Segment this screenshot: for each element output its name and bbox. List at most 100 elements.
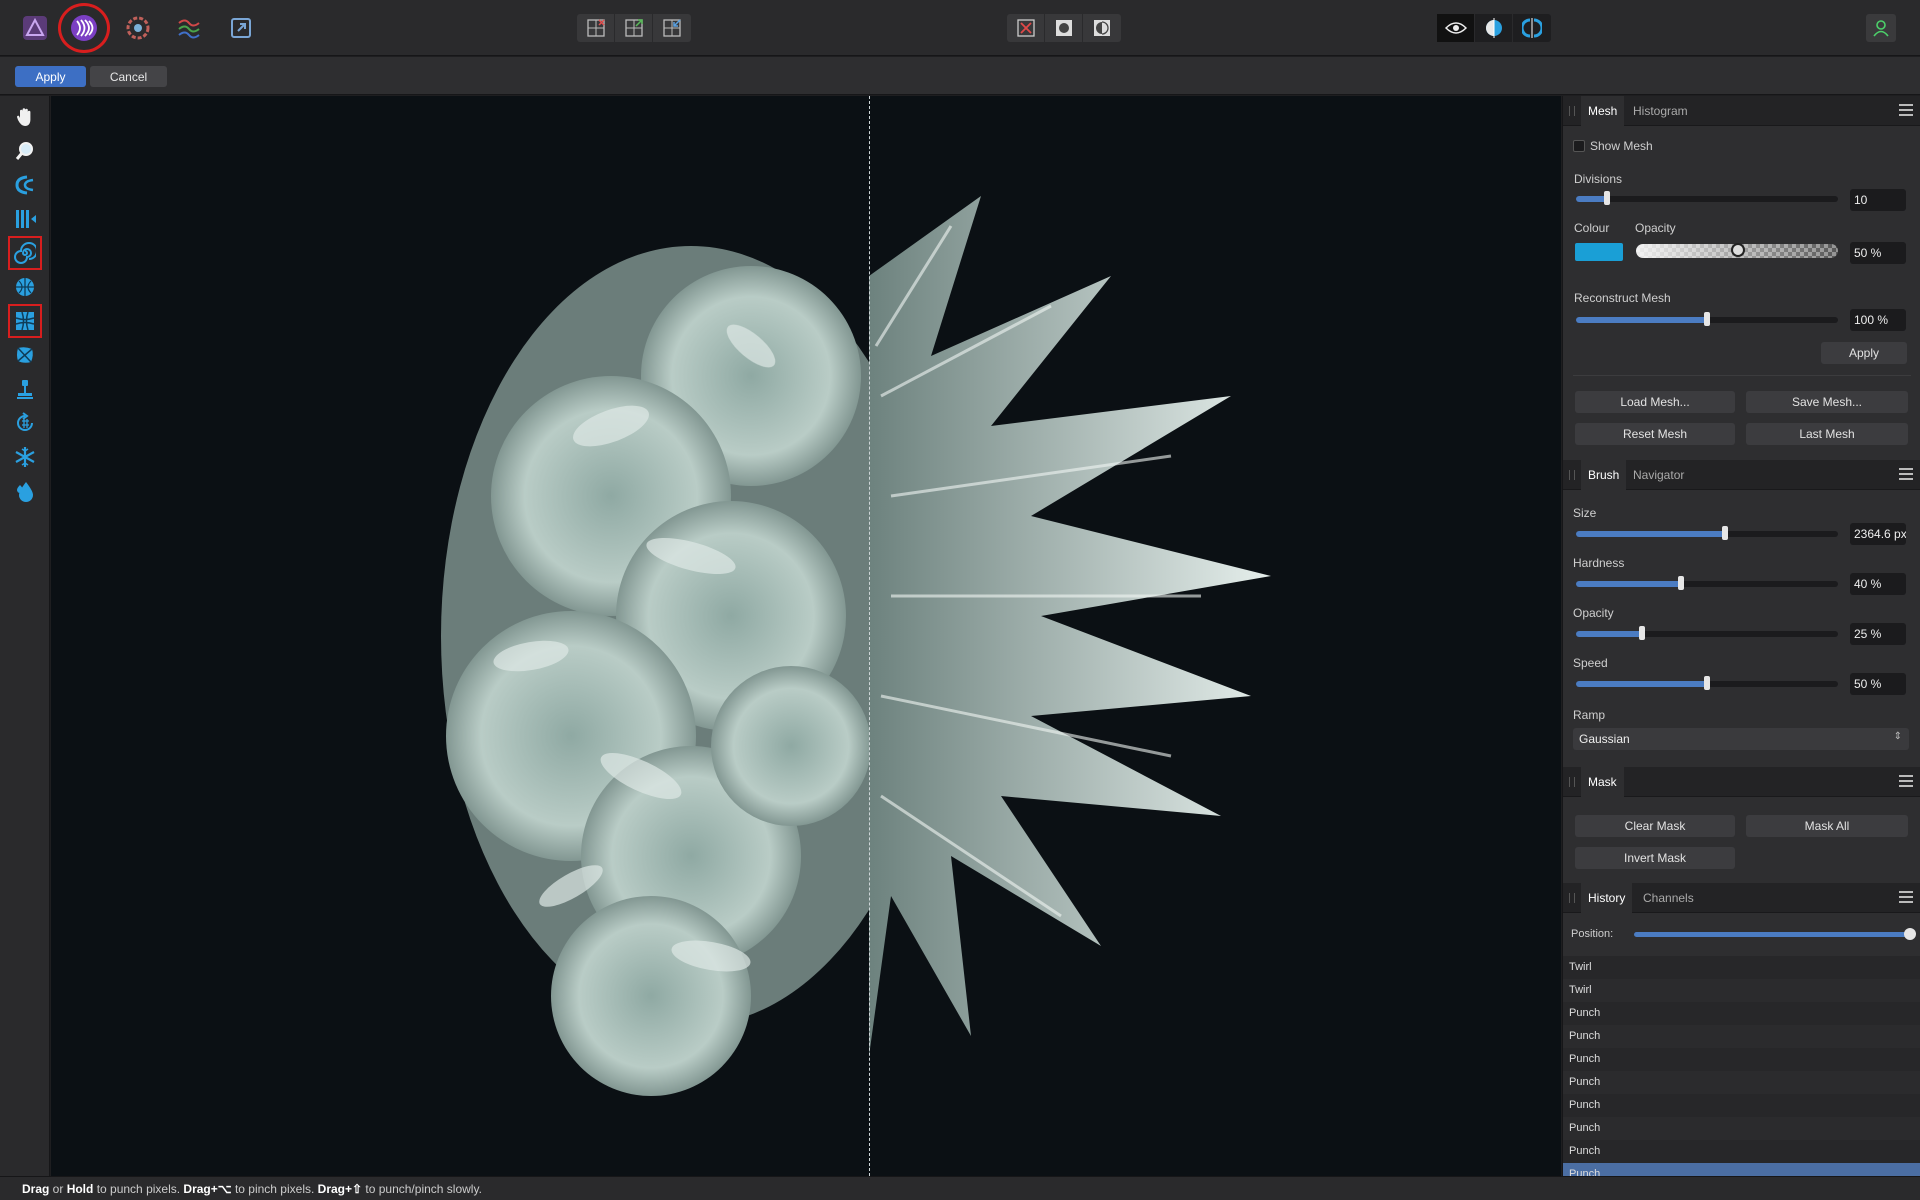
tone-mapping-persona-icon[interactable]	[172, 12, 206, 44]
mesh-pin-icon[interactable]	[615, 14, 653, 42]
affinity-photo-logo-icon[interactable]	[18, 12, 52, 44]
mesh-clamp-tool-icon[interactable]	[8, 304, 42, 338]
tab-history[interactable]: History	[1581, 883, 1633, 913]
export-persona-icon[interactable]	[224, 12, 258, 44]
panel-menu-icon[interactable]	[1899, 468, 1913, 480]
mask-invert-icon[interactable]	[1083, 14, 1121, 42]
pinch-punch-tool-icon[interactable]	[10, 272, 40, 302]
mirror-view-icon[interactable]	[1513, 14, 1551, 42]
divisions-slider[interactable]	[1576, 191, 1838, 205]
panel-menu-icon[interactable]	[1899, 891, 1913, 903]
split-view-icon[interactable]	[1475, 14, 1513, 42]
divisions-value[interactable]: 10	[1850, 189, 1906, 211]
brush-size-label: Size	[1573, 506, 1597, 520]
status-text-3: to punch/pinch slowly.	[362, 1182, 482, 1196]
status-text-2: to pinch pixels.	[231, 1182, 318, 1196]
develop-persona-icon[interactable]	[121, 12, 155, 44]
colour-label: Colour	[1574, 221, 1610, 235]
mask-panel-tabs: Mask	[1563, 767, 1920, 797]
hand-tool-icon[interactable]	[10, 102, 40, 132]
ramp-select-value: Gaussian	[1579, 732, 1630, 746]
tab-navigator[interactable]: Navigator	[1626, 460, 1691, 490]
reconstruct-tool-icon[interactable]	[10, 374, 40, 404]
panel-grip-icon[interactable]	[1569, 106, 1575, 116]
brush-speed-slider[interactable]	[1576, 676, 1838, 690]
panel-menu-icon[interactable]	[1899, 104, 1913, 116]
divisions-label: Divisions	[1574, 172, 1623, 186]
zoom-tool-icon[interactable]	[10, 136, 40, 166]
history-item[interactable]: Punch	[1563, 1071, 1920, 1094]
document-canvas[interactable]	[51, 96, 1561, 1176]
save-mesh-button[interactable]: Save Mesh...	[1746, 391, 1908, 413]
context-toolbar: Apply Cancel	[0, 57, 1920, 95]
twirl-tool-icon[interactable]	[8, 236, 42, 270]
last-mesh-button[interactable]: Last Mesh	[1746, 423, 1908, 445]
turbulence-tool-icon[interactable]	[10, 340, 40, 370]
history-panel-tabs: History Channels	[1563, 883, 1920, 913]
brush-size-value[interactable]: 2364.6 px	[1850, 523, 1906, 545]
status-text-1: to punch pixels.	[93, 1182, 184, 1196]
reconstruct-slider[interactable]	[1576, 312, 1838, 326]
preview-eye-icon[interactable]	[1437, 14, 1475, 42]
brush-hardness-slider[interactable]	[1576, 576, 1838, 590]
split-view-divider[interactable]	[869, 96, 870, 1176]
history-item[interactable]: Twirl	[1563, 979, 1920, 1002]
liquify-persona-icon[interactable]	[67, 12, 101, 44]
reset-mesh-button[interactable]: Reset Mesh	[1575, 423, 1735, 445]
tab-mesh[interactable]: Mesh	[1581, 96, 1625, 126]
studio-panels: Mesh Histogram Show Mesh Divisions 10 Co…	[1562, 96, 1920, 1186]
tab-mask[interactable]: Mask	[1581, 767, 1624, 797]
panel-grip-icon[interactable]	[1569, 470, 1575, 480]
reconstruct-value[interactable]: 100 %	[1850, 309, 1906, 331]
history-position-label: Position:	[1571, 928, 1614, 940]
history-item[interactable]: Punch	[1563, 1048, 1920, 1071]
opacity-handle[interactable]	[1731, 243, 1745, 257]
brush-hardness-value[interactable]: 40 %	[1850, 573, 1906, 595]
brush-size-slider[interactable]	[1576, 526, 1838, 540]
history-item[interactable]: Punch	[1563, 1094, 1920, 1117]
ramp-select[interactable]: Gaussian ⇕	[1573, 728, 1909, 750]
panel-grip-icon[interactable]	[1569, 893, 1575, 903]
brush-opacity-value[interactable]: 25 %	[1850, 623, 1906, 645]
history-item[interactable]: Twirl	[1563, 956, 1920, 979]
divider	[1573, 375, 1911, 376]
mesh-unpin-icon[interactable]	[653, 14, 691, 42]
history-item[interactable]: Punch	[1563, 1117, 1920, 1140]
tab-histogram[interactable]: Histogram	[1626, 96, 1695, 126]
load-mesh-button[interactable]: Load Mesh...	[1575, 391, 1735, 413]
history-item[interactable]: Punch	[1563, 1002, 1920, 1025]
status-drag-alt: Drag+⌥	[183, 1182, 232, 1196]
panel-grip-icon[interactable]	[1569, 777, 1575, 787]
cancel-button[interactable]: Cancel	[90, 66, 167, 87]
mesh-colour-swatch[interactable]	[1575, 243, 1623, 261]
mesh-opacity-value[interactable]: 50 %	[1850, 242, 1906, 264]
mesh-clamp-icon[interactable]	[577, 14, 615, 42]
freeze-tool-icon[interactable]	[10, 442, 40, 472]
brush-speed-value[interactable]: 50 %	[1850, 673, 1906, 695]
status-drag: Drag	[22, 1182, 50, 1196]
apply-button[interactable]: Apply	[15, 66, 86, 87]
tab-brush[interactable]: Brush	[1581, 460, 1627, 490]
push-forward-tool-icon[interactable]	[10, 170, 40, 200]
reconstruct-apply-button[interactable]: Apply	[1821, 342, 1907, 364]
invert-mask-button[interactable]: Invert Mask	[1575, 847, 1735, 869]
clear-mask-button[interactable]: Clear Mask	[1575, 815, 1735, 837]
mask-all-button[interactable]: Mask All	[1746, 815, 1908, 837]
push-left-tool-icon[interactable]	[10, 204, 40, 234]
show-mask-icon[interactable]	[1045, 14, 1083, 42]
panel-menu-icon[interactable]	[1899, 775, 1913, 787]
reconstruct-label: Reconstruct Mesh	[1574, 291, 1671, 305]
user-account-icon[interactable]	[1866, 14, 1896, 42]
history-item[interactable]: Punch	[1563, 1140, 1920, 1163]
brush-opacity-slider[interactable]	[1576, 626, 1838, 640]
mesh-panel-tabs: Mesh Histogram	[1563, 96, 1920, 126]
tab-channels[interactable]: Channels	[1636, 883, 1701, 913]
liquified-flower-image	[441, 196, 1271, 1096]
hide-mesh-icon[interactable]	[1007, 14, 1045, 42]
history-position-slider[interactable]	[1634, 928, 1916, 940]
thaw-tool-icon[interactable]	[10, 476, 40, 506]
freeze-pin-tool-icon[interactable]	[10, 408, 40, 438]
show-mesh-checkbox[interactable]	[1573, 140, 1585, 152]
history-item[interactable]: Punch	[1563, 1025, 1920, 1048]
opacity-gradient-slider[interactable]	[1636, 243, 1838, 258]
